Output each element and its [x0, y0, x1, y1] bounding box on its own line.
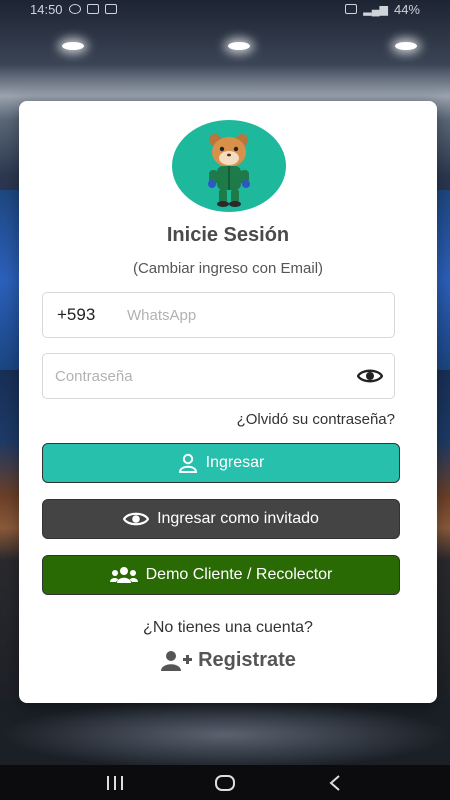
no-account-text: ¿No tienes una cuenta? [143, 619, 313, 636]
android-nav-bar [0, 765, 450, 800]
battery-level: 44% [393, 1, 420, 17]
recent-apps-button[interactable] [100, 771, 130, 795]
back-button[interactable] [320, 771, 350, 795]
demo-button[interactable]: Demo Cliente / Recolector [42, 555, 400, 595]
page-title: Inicie Sesión [166, 224, 290, 246]
login-card: Inicie Sesión (Cambiar ingreso con Email… [19, 101, 437, 703]
avatar [172, 120, 286, 212]
ceiling-light [395, 42, 417, 50]
password-input[interactable] [55, 367, 335, 385]
signal-icon: ▂▄▆ [363, 3, 388, 16]
alarm-icon [345, 4, 358, 14]
country-code[interactable]: +593 [43, 305, 121, 325]
ceiling-light [228, 42, 250, 50]
guest-login-button[interactable]: Ingresar como invitado [42, 499, 400, 539]
notification-icon [68, 4, 81, 14]
login-button-label: Ingresar [205, 454, 265, 471]
screen-panel [436, 190, 450, 370]
phone-field: +593 [42, 292, 395, 338]
home-button[interactable] [210, 771, 240, 795]
forgot-password-link[interactable]: ¿Olvidó su contraseña? [237, 411, 395, 428]
screen-panel [0, 190, 20, 370]
switch-to-email-link[interactable]: (Cambiar ingreso con Email) [19, 260, 437, 277]
guest-button-label: Ingresar como invitado [157, 510, 319, 527]
user-plus-icon [161, 650, 193, 671]
password-field [42, 353, 395, 399]
register-link[interactable]: Registrate [19, 649, 437, 672]
status-bar: 14:50 ▂▄▆ 44% [0, 0, 450, 18]
user-icon [178, 453, 197, 473]
users-icon [109, 567, 138, 583]
register-label: Registrate [198, 649, 296, 671]
whatsapp-input[interactable] [121, 306, 361, 324]
status-time: 14:50 [30, 1, 63, 17]
login-button[interactable]: Ingresar [42, 443, 400, 483]
ceiling-light [62, 42, 84, 50]
message-icon [104, 4, 117, 14]
gallery-icon [86, 4, 99, 14]
stage-floor [0, 700, 450, 770]
show-password-eye-icon[interactable] [356, 366, 384, 386]
hamster-mascot-icon [208, 134, 250, 207]
demo-button-label: Demo Cliente / Recolector [145, 566, 333, 583]
eye-icon [123, 512, 150, 526]
